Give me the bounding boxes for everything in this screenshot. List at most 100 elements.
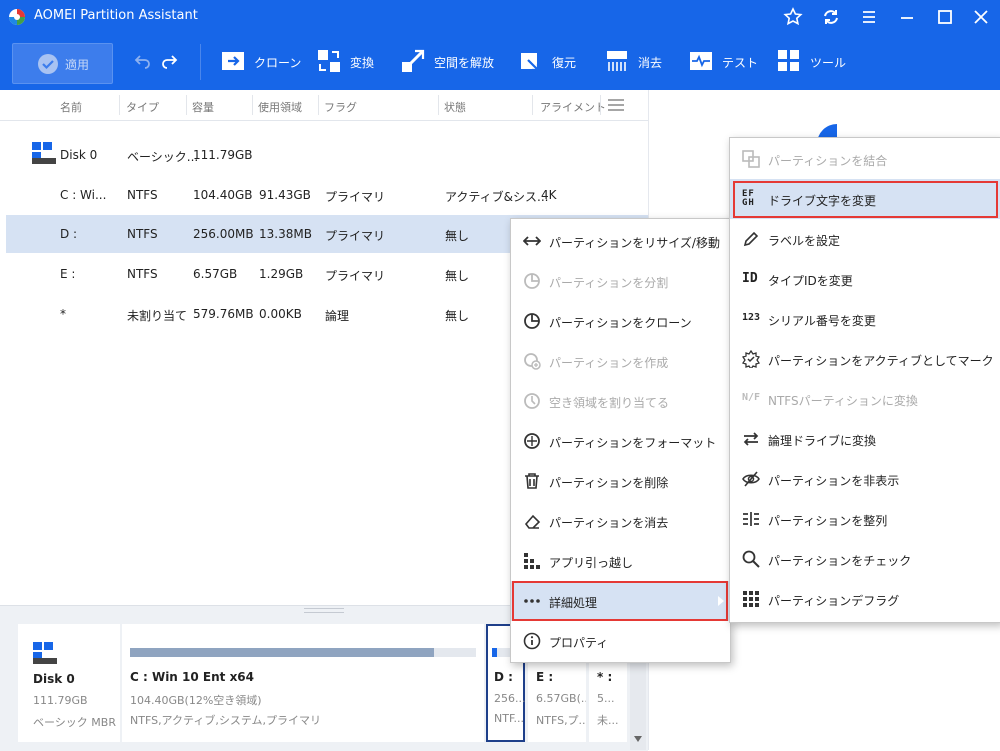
submenu-item-change-type-id[interactable]: ID タイプIDを変更	[730, 259, 1000, 299]
cell-used: 13.38MB	[259, 227, 312, 241]
merge-icon	[742, 150, 760, 168]
submenu-item-set-active[interactable]: パーティションをアクティブとしてマーク	[730, 339, 1000, 379]
cell-type: NTFS	[127, 188, 158, 202]
submenu-item-merge[interactable]: パーティションを結合	[730, 139, 1000, 179]
submenu-item-hide[interactable]: パーティションを非表示	[730, 459, 1000, 499]
apply-button[interactable]: 適用	[12, 43, 113, 84]
undo-icon[interactable]	[134, 52, 152, 70]
submenu-item-align[interactable]: パーティションを整列	[730, 499, 1000, 539]
close-icon[interactable]	[970, 6, 992, 28]
table-row[interactable]: Disk 0 ベーシック... 111.79GB	[6, 136, 648, 174]
submenu-item-convert-ntfs[interactable]: N/F NTFSパーティションに変換	[730, 379, 1000, 419]
menu-item-clone[interactable]: パーティションをクローン	[511, 301, 730, 341]
info-icon	[523, 632, 541, 650]
cell-capacity: 111.79GB	[193, 148, 253, 162]
cell-name: *	[60, 307, 66, 321]
partition-title: D :	[494, 670, 513, 684]
partition-flags: NTF...	[494, 712, 524, 725]
menu-item-resize-move[interactable]: パーティションをリサイズ/移動	[511, 221, 730, 261]
submenu-item-convert-logical[interactable]: 論理ドライブに変換	[730, 419, 1000, 459]
menu-item-format[interactable]: パーティションをフォーマット	[511, 421, 730, 461]
col-status[interactable]: 状態	[444, 99, 466, 115]
submenu-item-label: パーティションをチェック	[768, 554, 912, 568]
column-separator	[252, 95, 253, 115]
app-logo-icon	[8, 8, 26, 26]
erase-icon	[523, 512, 541, 530]
disk-card[interactable]: Disk 0 111.79GB ベーシック MBR	[18, 624, 120, 742]
recover-icon	[518, 48, 544, 74]
cell-name: E :	[60, 267, 76, 281]
allocate-icon	[523, 392, 541, 410]
menu-item-label: 空き領域を割り当てる	[549, 396, 670, 410]
partition-card-c[interactable]: C : Win 10 Ent x64 104.40GB(12%空き領域) NTF…	[122, 624, 484, 742]
column-settings-icon[interactable]	[608, 99, 624, 111]
column-separator	[318, 95, 319, 115]
toolbar-divider	[200, 44, 201, 80]
menu-item-label: パーティションをクローン	[549, 316, 692, 330]
disk-type: ベーシック MBR	[33, 716, 116, 729]
cell-alignment: 4K	[541, 188, 557, 202]
toolbar-convert-label: 変換	[350, 56, 375, 70]
cell-capacity: 579.76MB	[193, 307, 254, 321]
menu-item-label: パーティションを作成	[549, 356, 669, 370]
cell-used: 91.43GB	[259, 188, 311, 202]
maximize-icon[interactable]	[934, 6, 956, 28]
disk-icon	[32, 142, 56, 164]
wipe-icon	[604, 48, 630, 74]
partition-info: 104.40GB(12%空き領域)	[130, 694, 262, 707]
submenu-item-label: NTFSパーティションに変換	[768, 394, 918, 408]
activate-icon	[742, 350, 760, 368]
partition-title: * :	[597, 670, 613, 684]
partition-info: 256...	[494, 692, 525, 705]
ntfs-convert-icon: N/F	[742, 392, 761, 403]
menu-item-properties[interactable]: プロパティ	[511, 621, 730, 661]
create-icon	[523, 352, 541, 370]
toolbar-free-space-label: 空間を解放	[434, 56, 495, 70]
menu-item-allocate[interactable]: 空き領域を割り当てる	[511, 381, 730, 421]
col-type[interactable]: タイプ	[126, 99, 159, 115]
star-icon[interactable]	[782, 6, 804, 28]
disk-icon	[33, 642, 57, 664]
submenu-item-check[interactable]: パーティションをチェック	[730, 539, 1000, 579]
disk-size: 111.79GB	[33, 694, 88, 707]
col-alignment[interactable]: アライメント	[540, 99, 606, 115]
menu-item-label: パーティションを分割	[549, 276, 669, 290]
col-flag[interactable]: フラグ	[324, 99, 357, 115]
submenu-item-label: パーティションを整列	[768, 514, 888, 528]
submenu-item-label: タイプIDを変更	[768, 274, 853, 288]
submenu-item-change-serial[interactable]: 123 シリアル番号を変更	[730, 299, 1000, 339]
cell-name: D :	[60, 227, 78, 241]
cell-name: C : Wi...	[60, 188, 107, 202]
partition-flags: NTFS,アクティブ,システム,プライマリ	[130, 714, 322, 727]
toolbar: 適用 クローン 変換 空間を解放 復元 消去 テスト ツール	[0, 34, 1000, 90]
cell-type: NTFS	[127, 227, 158, 241]
test-icon	[688, 48, 714, 74]
menu-item-label: アプリ引っ越し	[549, 556, 634, 570]
menu-item-label: パーティションを削除	[549, 476, 669, 490]
redo-icon[interactable]	[160, 52, 178, 70]
menu-item-app-mover[interactable]: アプリ引っ越し	[511, 541, 730, 581]
submenu-item-defrag[interactable]: パーティションデフラグ	[730, 579, 1000, 619]
col-used[interactable]: 使用領域	[258, 99, 302, 115]
submenu-item-set-label[interactable]: ラベルを設定	[730, 219, 1000, 259]
menu-item-delete[interactable]: パーティションを削除	[511, 461, 730, 501]
partition-used-bar	[130, 648, 435, 657]
partition-used-bar	[492, 648, 497, 657]
minimize-icon[interactable]	[896, 6, 918, 28]
tools-icon	[776, 48, 802, 74]
scroll-down-icon[interactable]	[634, 736, 642, 742]
cell-flag: 論理	[325, 309, 350, 323]
col-name[interactable]: 名前	[60, 99, 82, 115]
col-capacity[interactable]: 容量	[192, 99, 214, 115]
refresh-icon[interactable]	[820, 6, 842, 28]
cell-status: 無し	[445, 309, 470, 323]
splitter-handle[interactable]	[304, 608, 344, 613]
cell-status: アクティブ&シス...	[445, 190, 549, 204]
menu-item-split[interactable]: パーティションを分割	[511, 261, 730, 301]
menu-icon[interactable]	[858, 6, 880, 28]
cell-status: 無し	[445, 269, 470, 283]
menu-item-create[interactable]: パーティションを作成	[511, 341, 730, 381]
menu-item-erase[interactable]: パーティションを消去	[511, 501, 730, 541]
menu-item-label: パーティションをリサイズ/移動	[549, 236, 720, 250]
table-row[interactable]: C : Wi... NTFS 104.40GB 91.43GB プライマリ アク…	[6, 176, 648, 214]
